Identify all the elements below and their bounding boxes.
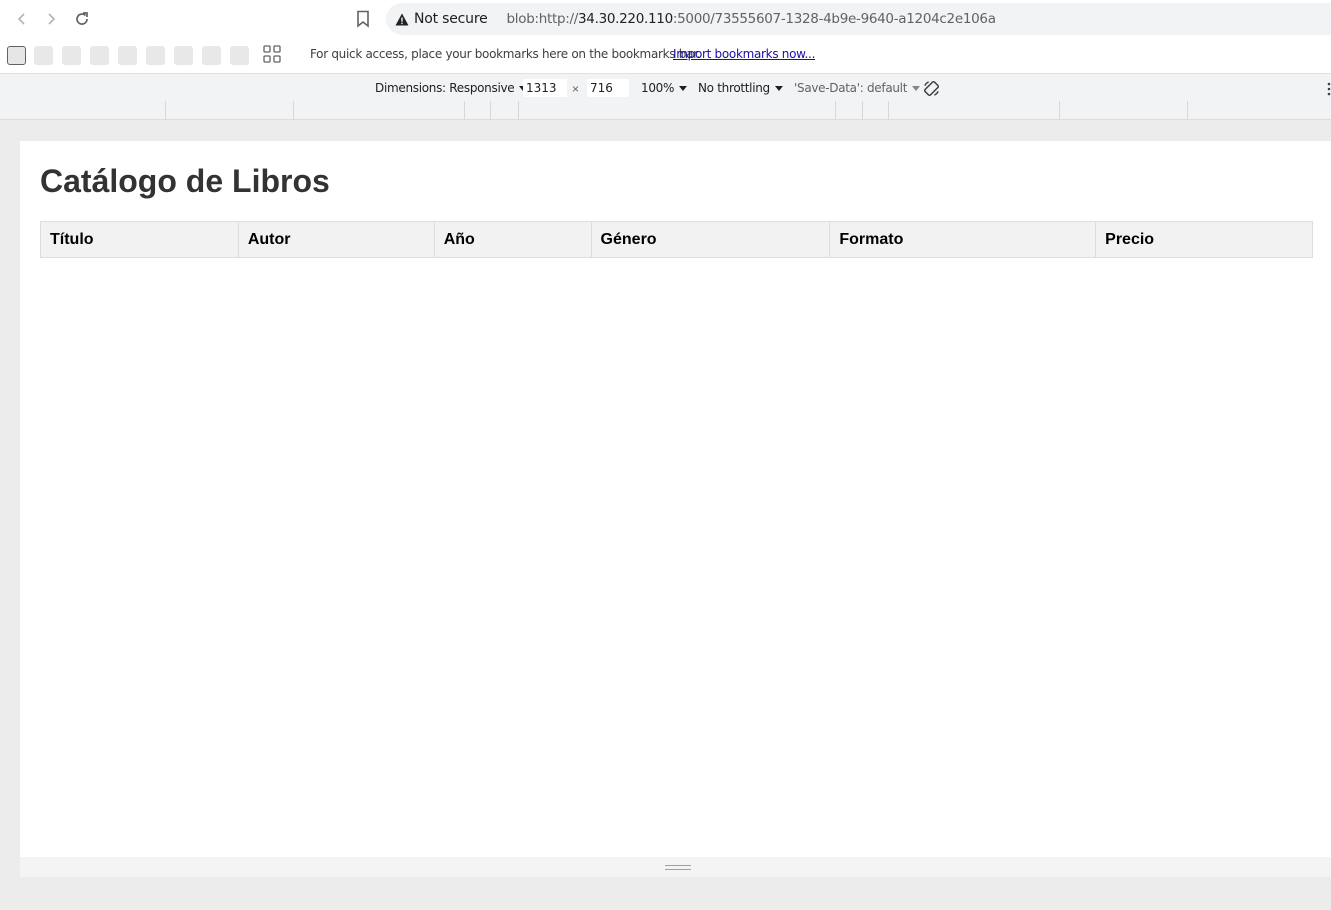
ruler-tick bbox=[888, 101, 889, 120]
save-data-dropdown[interactable]: 'Save-Data': default bbox=[794, 81, 921, 95]
device-toolbar: Dimensions: Responsive × 100% No throttl… bbox=[0, 73, 1331, 101]
bookmark-placeholder-icon[interactable] bbox=[90, 46, 109, 65]
browser-toolbar: Not secure blob:http://34.30.220.110:500… bbox=[0, 0, 1331, 38]
bookmark-placeholder-icon[interactable] bbox=[202, 46, 221, 65]
zoom-label: 100% bbox=[641, 81, 675, 95]
viewport-resize-bar[interactable] bbox=[20, 857, 1331, 877]
bookmark-placeholder-icon[interactable] bbox=[34, 46, 53, 65]
bookmark-folder-icon[interactable] bbox=[7, 46, 26, 65]
bookmark-icon bbox=[357, 10, 369, 28]
bookmark-placeholder-icon[interactable] bbox=[62, 46, 81, 65]
import-bookmarks-link[interactable]: Import bookmarks now... bbox=[673, 47, 815, 61]
bookmark-placeholder-icon[interactable] bbox=[146, 46, 165, 65]
forward-button[interactable] bbox=[40, 8, 62, 30]
column-header-author: Autor bbox=[237, 221, 435, 258]
save-data-label: 'Save-Data': default bbox=[794, 81, 908, 95]
ruler-tick bbox=[1187, 101, 1188, 120]
forward-arrow-icon bbox=[48, 13, 56, 25]
ruler-tick bbox=[835, 101, 836, 120]
dimensions-dropdown[interactable]: Dimensions: Responsive bbox=[375, 81, 528, 95]
apps-grid-icon[interactable] bbox=[263, 45, 281, 63]
url-host: 34.30.220.110 bbox=[578, 11, 673, 27]
ruler-tick bbox=[293, 101, 294, 120]
viewport-height-input[interactable] bbox=[587, 79, 629, 97]
dimensions-label: Dimensions: Responsive bbox=[375, 81, 515, 95]
ruler-tick bbox=[862, 101, 863, 120]
url-text[interactable]: blob:http://34.30.220.110:5000/73555607-… bbox=[507, 11, 996, 27]
chevron-down-icon bbox=[679, 86, 688, 91]
ruler-tick bbox=[490, 101, 491, 120]
page-title: Catálogo de Libros bbox=[40, 163, 330, 199]
bookmarks-hint-text: For quick access, place your bookmarks h… bbox=[310, 47, 701, 61]
emulated-page: Catálogo de Libros Título Autor Año Géne… bbox=[20, 141, 1331, 857]
column-header-title: Título bbox=[40, 221, 239, 258]
ruler-tick bbox=[518, 101, 519, 120]
url-prefix: blob:http:// bbox=[506, 11, 579, 27]
url-path: :5000/73555607-1328-4b9e-9640-a1204c2e10… bbox=[672, 11, 996, 27]
back-button[interactable] bbox=[11, 8, 33, 30]
bookmark-placeholder-icon[interactable] bbox=[118, 46, 137, 65]
rotate-icon[interactable] bbox=[922, 79, 941, 98]
zoom-dropdown[interactable]: 100% bbox=[641, 81, 688, 95]
address-bar[interactable]: Not secure blob:http://34.30.220.110:500… bbox=[386, 3, 1331, 35]
dimension-separator: × bbox=[572, 82, 580, 96]
resize-handle-icon[interactable] bbox=[665, 865, 691, 870]
table-header-row: Título Autor Año Género Formato Precio bbox=[40, 221, 1313, 258]
reload-button[interactable] bbox=[71, 8, 93, 30]
column-header-genre: Género bbox=[590, 221, 831, 258]
bookmark-placeholder-icon[interactable] bbox=[174, 46, 193, 65]
viewport-width-input[interactable] bbox=[523, 79, 567, 97]
ruler-tick bbox=[1059, 101, 1060, 120]
more-options-icon[interactable] bbox=[1327, 82, 1331, 96]
chevron-down-icon bbox=[912, 86, 921, 91]
security-status-label[interactable]: Not secure bbox=[414, 11, 488, 27]
column-header-format: Formato bbox=[829, 221, 1097, 258]
ruler-tick bbox=[165, 101, 166, 120]
reload-icon bbox=[76, 12, 88, 25]
throttling-dropdown[interactable]: No throttling bbox=[698, 81, 783, 95]
bookmarks-bar: For quick access, place your bookmarks h… bbox=[0, 38, 1331, 72]
bookmark-page-button[interactable] bbox=[352, 8, 374, 30]
bookmark-placeholder-icon[interactable] bbox=[230, 46, 249, 65]
warning-icon bbox=[395, 12, 409, 26]
column-header-price: Precio bbox=[1095, 221, 1313, 258]
back-arrow-icon bbox=[17, 13, 25, 25]
column-header-year: Año bbox=[433, 221, 592, 258]
ruler-tick bbox=[464, 101, 465, 120]
chevron-down-icon bbox=[774, 86, 783, 91]
throttling-label: No throttling bbox=[698, 81, 770, 95]
media-query-ruler[interactable] bbox=[0, 101, 1331, 120]
book-catalog-table: Título Autor Año Género Formato Precio bbox=[40, 221, 1313, 258]
